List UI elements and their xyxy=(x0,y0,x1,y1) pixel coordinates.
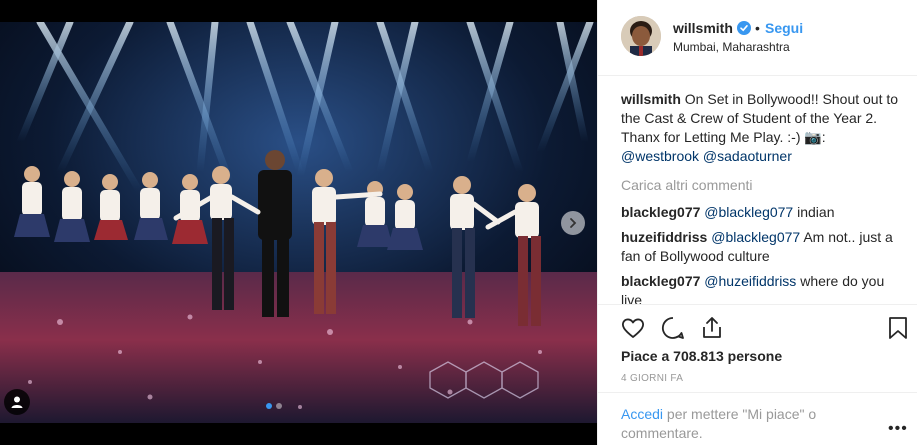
comment-username[interactable]: huzeifiddriss xyxy=(621,229,707,245)
caption-mention[interactable]: @sadaoturner xyxy=(703,148,792,164)
caption-username[interactable]: willsmith xyxy=(621,91,681,107)
location-link[interactable]: Mumbai, Maharashtra xyxy=(673,40,790,54)
comment-mention[interactable]: @blackleg077 xyxy=(711,229,800,245)
carousel-dot-active xyxy=(266,403,272,409)
more-options-button[interactable]: ••• xyxy=(888,420,908,438)
comment-item: huzeifiddriss @blackleg077 Am not.. just… xyxy=(621,228,904,266)
login-prompt: Accedi per mettere "Mi piace" o commenta… xyxy=(598,392,917,445)
login-prompt-text: Accedi per mettere "Mi piace" o commenta… xyxy=(621,405,851,443)
post-timestamp[interactable]: 4 GIORNI FA xyxy=(621,373,683,384)
comments-list: willsmith On Set in Bollywood!! Shout ou… xyxy=(621,90,904,316)
chevron-right-icon xyxy=(570,218,577,228)
comment-icon[interactable] xyxy=(660,315,686,341)
load-more-comments-link[interactable]: Carica altri commenti xyxy=(621,176,904,195)
carousel-indicator xyxy=(266,403,282,409)
post-sidebar: willsmith • Segui Mumbai, Maharashtra wi… xyxy=(597,0,917,445)
share-icon[interactable] xyxy=(699,315,725,341)
comment-username[interactable]: blackleg077 xyxy=(621,204,700,220)
user-tag-button[interactable] xyxy=(4,389,30,415)
post-media[interactable] xyxy=(0,0,597,445)
avatar[interactable] xyxy=(621,16,661,56)
carousel-next-button[interactable] xyxy=(561,211,585,235)
bookmark-icon[interactable] xyxy=(885,315,911,341)
comment-item: blackleg077 @blackleg077 indian xyxy=(621,203,904,222)
heart-icon[interactable] xyxy=(620,315,646,341)
separator-bullet: • xyxy=(755,20,760,36)
user-tag-icon xyxy=(11,396,23,408)
caption-mention[interactable]: @westbrook xyxy=(621,148,699,164)
comment-text: indian xyxy=(797,204,835,220)
comment-username[interactable]: blackleg077 xyxy=(621,273,700,289)
action-bar xyxy=(598,304,917,339)
post-caption: willsmith On Set in Bollywood!! Shout ou… xyxy=(621,90,904,166)
comment-mention[interactable]: @blackleg077 xyxy=(704,204,793,220)
carousel-dot xyxy=(276,403,282,409)
login-link[interactable]: Accedi xyxy=(621,406,663,422)
follow-button[interactable]: Segui xyxy=(765,20,803,36)
likes-count[interactable]: Piace a 708.813 persone xyxy=(621,348,782,364)
post-header: willsmith • Segui Mumbai, Maharashtra xyxy=(598,0,917,76)
post-photo xyxy=(0,22,597,423)
comment-mention[interactable]: @huzeifiddriss xyxy=(704,273,796,289)
username-link[interactable]: willsmith xyxy=(673,20,733,36)
verified-badge-icon xyxy=(737,21,751,35)
